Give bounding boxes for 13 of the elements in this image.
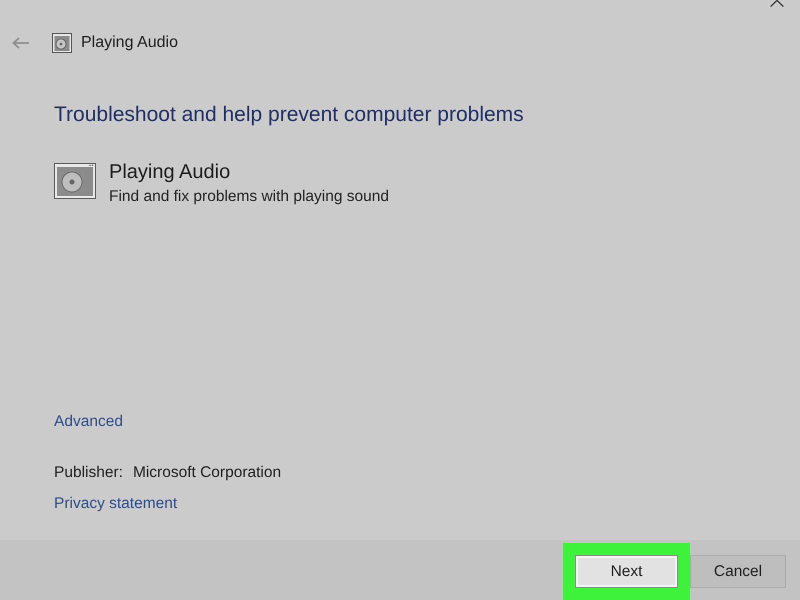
close-icon[interactable] [770, 0, 784, 7]
advanced-link[interactable]: Advanced [54, 412, 123, 432]
speaker-window-icon [52, 33, 72, 53]
troubleshooter-description: Find and fix problems with playing sound [109, 187, 390, 207]
privacy-statement-link[interactable]: Privacy statement [54, 494, 178, 514]
cancel-button[interactable]: Cancel [690, 555, 786, 588]
publisher-name: Microsoft Corporation [132, 463, 282, 483]
troubleshooter-name[interactable]: Playing Audio [109, 160, 230, 184]
page-heading: Troubleshoot and help prevent computer problems [54, 102, 524, 128]
speaker-window-icon[interactable] [54, 163, 96, 199]
next-button[interactable]: Next [575, 555, 678, 588]
publisher-label: Publisher: [54, 463, 123, 483]
window-title: Playing Audio [81, 33, 178, 53]
